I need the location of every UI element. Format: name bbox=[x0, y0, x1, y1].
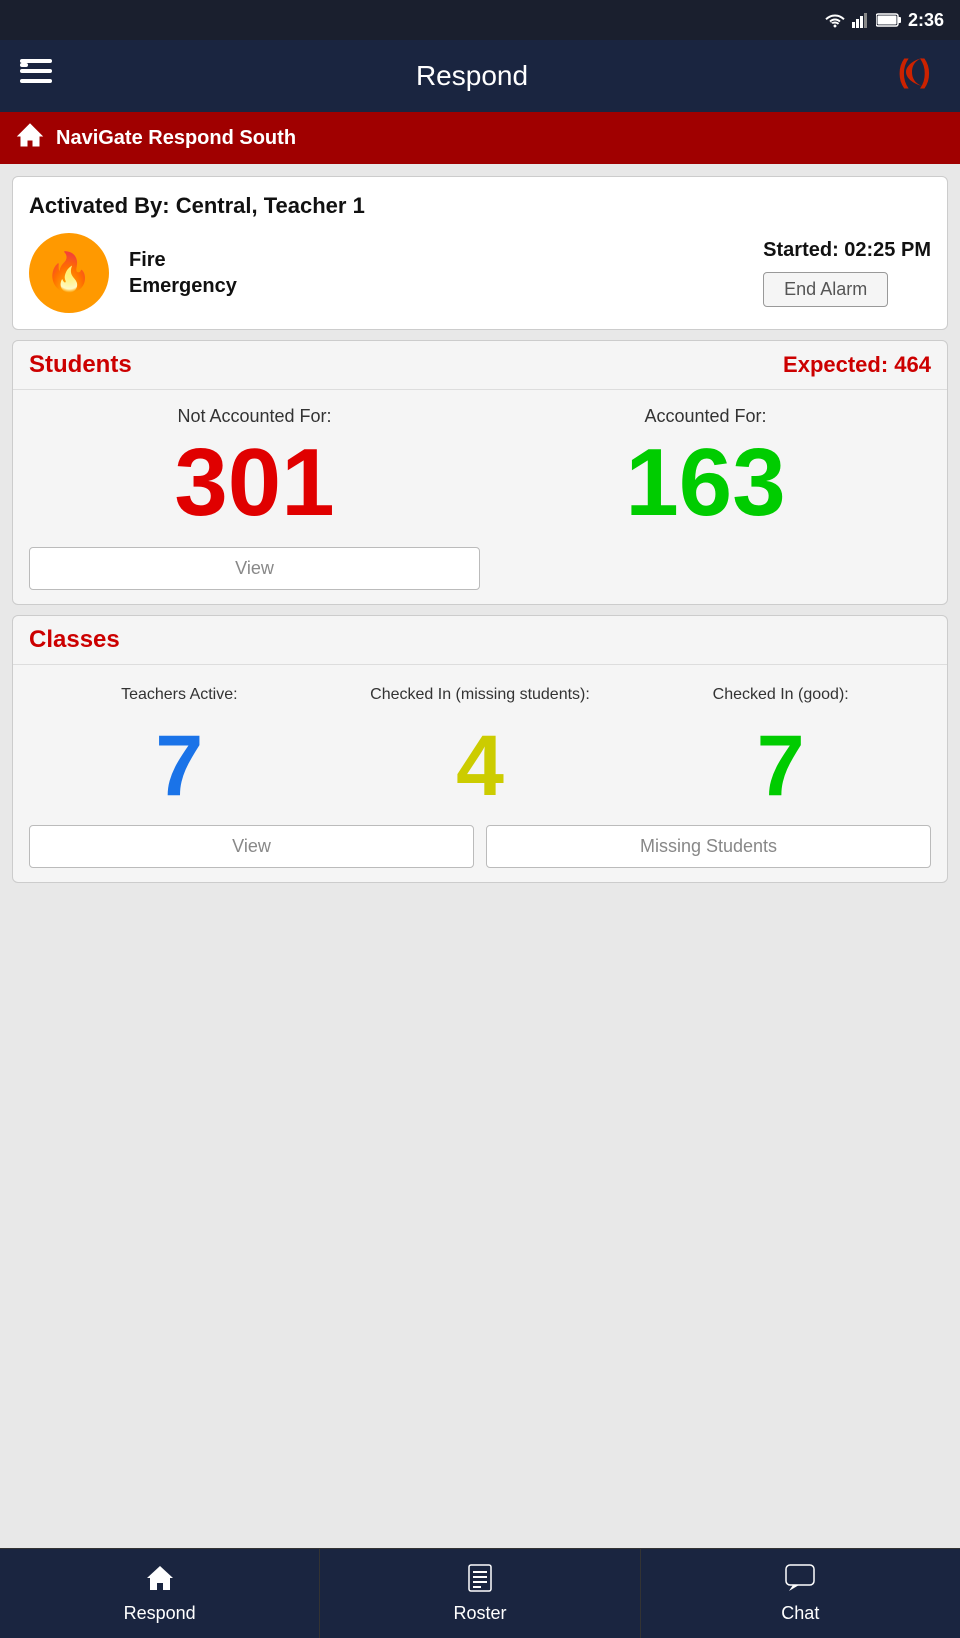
bottom-nav: Respond Roster Chat bbox=[0, 1548, 960, 1638]
checked-in-good-block: Checked In (good): 7 bbox=[630, 673, 931, 809]
students-view-btn-container: View bbox=[13, 547, 947, 604]
chat-nav-icon bbox=[785, 1564, 815, 1599]
chat-nav-label: Chat bbox=[781, 1603, 819, 1624]
signal-icon bbox=[852, 12, 870, 28]
respond-nav-label: Respond bbox=[124, 1603, 196, 1624]
fire-icon-circle: 🔥 bbox=[29, 233, 109, 313]
checked-in-missing-block: Checked In (missing students): 4 bbox=[330, 673, 631, 809]
bottom-nav-chat[interactable]: Chat bbox=[641, 1549, 960, 1638]
svg-text:(: ( bbox=[898, 53, 909, 89]
alarm-card: Activated By: Central, Teacher 1 🔥 Fire … bbox=[12, 176, 948, 330]
teachers-active-block: Teachers Active: 7 bbox=[29, 673, 330, 809]
alarm-activated-by: Activated By: Central, Teacher 1 bbox=[29, 193, 931, 219]
teachers-active-label: Teachers Active: bbox=[121, 673, 238, 717]
gray-filler-area bbox=[12, 893, 948, 1536]
accounted-block: Accounted For: 163 bbox=[480, 406, 931, 531]
end-alarm-button[interactable]: End Alarm bbox=[763, 272, 888, 307]
respond-nav-icon bbox=[145, 1564, 175, 1599]
classes-card-header: Classes bbox=[13, 616, 947, 665]
status-time: 2:36 bbox=[908, 10, 944, 31]
alert-icon[interactable]: ( ) bbox=[892, 48, 940, 104]
fire-emoji: 🔥 bbox=[45, 251, 92, 295]
classes-view-button[interactable]: View bbox=[29, 825, 474, 868]
missing-students-button[interactable]: Missing Students bbox=[486, 825, 931, 868]
students-view-button[interactable]: View bbox=[29, 547, 480, 590]
students-card-header: Students Expected: 464 bbox=[13, 341, 947, 390]
students-title: Students bbox=[29, 351, 132, 379]
alarm-type-line2: Emergency bbox=[129, 273, 237, 299]
roster-nav-label: Roster bbox=[453, 1603, 506, 1624]
nav-title: Respond bbox=[416, 60, 528, 92]
checked-in-good-label: Checked In (good): bbox=[713, 673, 849, 717]
checked-in-good-count: 7 bbox=[757, 723, 805, 809]
status-icons: 2:36 bbox=[824, 10, 944, 31]
svg-text:): ) bbox=[920, 53, 931, 89]
battery-icon bbox=[876, 13, 902, 27]
accounted-label: Accounted For: bbox=[644, 406, 766, 427]
not-accounted-label: Not Accounted For: bbox=[177, 406, 331, 427]
alarm-started-time: Started: 02:25 PM bbox=[763, 239, 931, 262]
teachers-active-count: 7 bbox=[155, 723, 203, 809]
bottom-nav-roster[interactable]: Roster bbox=[320, 1549, 640, 1638]
home-icon bbox=[16, 122, 44, 154]
classes-title: Classes bbox=[29, 626, 120, 654]
alarm-type-line1: Fire bbox=[129, 247, 237, 273]
not-accounted-block: Not Accounted For: 301 bbox=[29, 406, 480, 531]
alarm-type-block: Fire Emergency bbox=[129, 247, 237, 299]
classes-buttons: View Missing Students bbox=[13, 825, 947, 882]
students-card: Students Expected: 464 Not Accounted For… bbox=[12, 340, 948, 605]
roster-nav-icon bbox=[466, 1564, 494, 1599]
location-text: NaviGate Respond South bbox=[56, 127, 296, 150]
students-counts: Not Accounted For: 301 Accounted For: 16… bbox=[13, 390, 947, 547]
accounted-count: 163 bbox=[625, 435, 785, 531]
checked-in-missing-count: 4 bbox=[456, 723, 504, 809]
status-bar: 2:36 bbox=[0, 0, 960, 40]
bottom-nav-respond[interactable]: Respond bbox=[0, 1549, 320, 1638]
not-accounted-count: 301 bbox=[174, 435, 334, 531]
students-expected: Expected: 464 bbox=[783, 352, 931, 378]
wifi-icon bbox=[824, 12, 846, 28]
alarm-details: 🔥 Fire Emergency Started: 02:25 PM End A… bbox=[29, 233, 931, 313]
classes-card: Classes Teachers Active: 7 Checked In (m… bbox=[12, 615, 948, 883]
hamburger-menu-icon[interactable] bbox=[20, 59, 52, 94]
main-content: Activated By: Central, Teacher 1 🔥 Fire … bbox=[0, 164, 960, 1548]
classes-counts: Teachers Active: 7 Checked In (missing s… bbox=[13, 665, 947, 825]
top-nav: Respond ( ) bbox=[0, 40, 960, 112]
alarm-right: Started: 02:25 PM End Alarm bbox=[763, 239, 931, 307]
checked-in-missing-label: Checked In (missing students): bbox=[370, 673, 590, 717]
location-bar: NaviGate Respond South bbox=[0, 112, 960, 164]
